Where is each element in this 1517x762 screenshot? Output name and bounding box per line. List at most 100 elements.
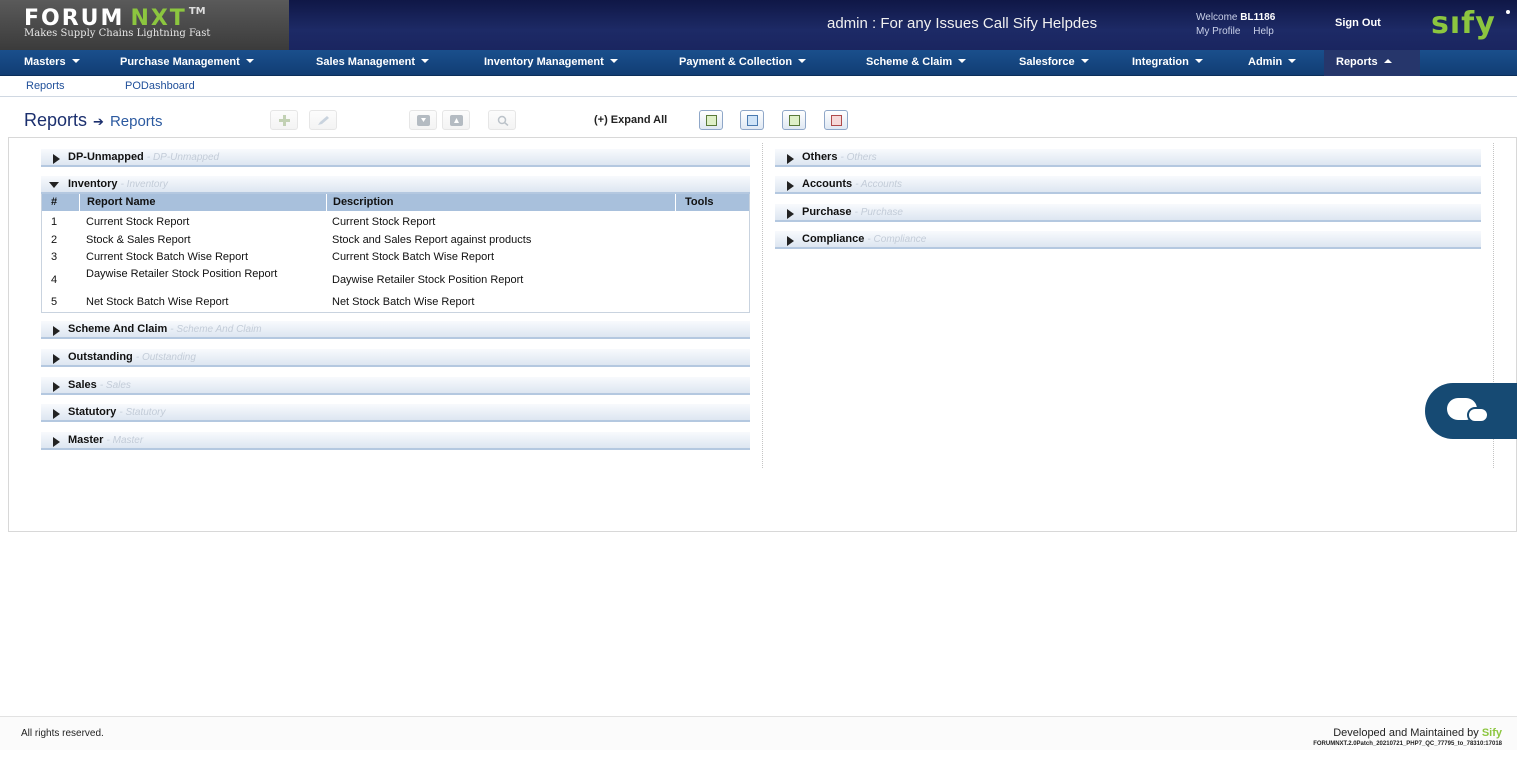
- helpdesk-text: admin : For any Issues Call Sify Helpdes: [827, 15, 1098, 32]
- sheet-icon: [789, 115, 800, 126]
- welcome-user: BL1186: [1240, 12, 1276, 23]
- header-report-name: Report Name: [80, 194, 326, 211]
- subnav-reports[interactable]: Reports: [26, 80, 65, 92]
- export-image-button[interactable]: [740, 110, 764, 130]
- section-statutory[interactable]: Statutory - Statutory: [41, 404, 750, 422]
- section-master[interactable]: Master - Master: [41, 432, 750, 450]
- edit-button[interactable]: [309, 110, 337, 130]
- top-header: FORUM NXT TM Makes Supply Chains Lightning…: [0, 0, 1517, 50]
- section-subtitle: - Others: [840, 152, 877, 163]
- section-purchase[interactable]: Purchase - Purchase: [775, 204, 1481, 222]
- section-inventory[interactable]: Inventory - Inventory: [41, 176, 750, 194]
- subnav-podashboard[interactable]: PODashboard: [125, 80, 195, 92]
- section-scheme-and-claim[interactable]: Scheme And Claim - Scheme And Claim: [41, 321, 750, 339]
- section-label: Statutory - Statutory: [68, 406, 165, 418]
- nav-admin[interactable]: Admin: [1248, 50, 1297, 76]
- section-label: Inventory - Inventory: [68, 178, 168, 190]
- section-subtitle: - Inventory: [120, 179, 168, 190]
- report-link[interactable]: Current Stock Report: [86, 217, 189, 228]
- header-tools: Tools: [676, 194, 749, 211]
- welcome-prefix: Welcome: [1196, 12, 1238, 23]
- footer-version: FORUMNXT.2.0Patch_20210721_PHP7_QC_77795…: [1313, 741, 1502, 747]
- nav-inventory-management[interactable]: Inventory Management: [484, 50, 618, 76]
- section-subtitle: - Purchase: [854, 207, 903, 218]
- section-title: Scheme And Claim: [68, 323, 168, 335]
- image-icon: [747, 115, 758, 126]
- section-accounts[interactable]: Accounts - Accounts: [775, 176, 1481, 194]
- section-subtitle: - DP-Unmapped: [146, 152, 220, 163]
- nav-salesforce[interactable]: Salesforce: [1019, 50, 1089, 76]
- section-compliance[interactable]: Compliance - Compliance: [775, 231, 1481, 249]
- magnifier-icon: [497, 115, 509, 126]
- nav-purchase-management[interactable]: Purchase Management: [120, 50, 254, 76]
- section-title: Statutory: [68, 406, 117, 418]
- report-description: Daywise Retailer Stock Position Report: [332, 274, 524, 286]
- expand-arrow-icon: [53, 382, 60, 392]
- chevron-down-icon: [609, 59, 618, 63]
- nav-label: Purchase Management: [120, 56, 240, 68]
- report-link[interactable]: Stock & Sales Report: [86, 235, 191, 246]
- export-sheet-button[interactable]: [782, 110, 806, 130]
- section-sales[interactable]: Sales - Sales: [41, 377, 750, 395]
- my-profile-link[interactable]: My Profile: [1196, 26, 1240, 37]
- section-subtitle: - Master: [106, 435, 144, 446]
- expand-arrow-icon: [787, 154, 794, 164]
- report-link[interactable]: Daywise Retailer Stock Position Report: [86, 269, 301, 280]
- export-excel-button[interactable]: [699, 110, 723, 130]
- nav-label: Inventory Management: [484, 56, 604, 68]
- search-button[interactable]: [488, 110, 516, 130]
- section-outstanding[interactable]: Outstanding - Outstanding: [41, 349, 750, 367]
- nav-sales-management[interactable]: Sales Management: [316, 50, 430, 76]
- nav-reports[interactable]: Reports: [1324, 50, 1420, 76]
- user-links: My Profile Help: [1196, 26, 1284, 37]
- nav-label: Payment & Collection: [679, 56, 793, 68]
- section-subtitle: - Scheme And Claim: [170, 324, 262, 335]
- footer-developer: Sify: [1481, 727, 1502, 739]
- chevron-down-icon: [71, 59, 80, 63]
- report-link[interactable]: Net Stock Batch Wise Report: [86, 297, 228, 308]
- section-title: Others: [802, 151, 838, 163]
- section-label: Purchase - Purchase: [802, 206, 903, 218]
- upload-button[interactable]: [442, 110, 470, 130]
- nav-payment-collection[interactable]: Payment & Collection: [679, 50, 807, 76]
- excel-icon: [706, 115, 717, 126]
- nav-label: Integration: [1132, 56, 1189, 68]
- report-description: Stock and Sales Report against products: [332, 234, 532, 246]
- chat-widget-button[interactable]: [1425, 383, 1517, 439]
- chevron-down-icon: [245, 59, 254, 63]
- chevron-up-icon: [1383, 59, 1392, 63]
- expand-arrow-icon: [53, 154, 60, 164]
- download-button[interactable]: [409, 110, 437, 130]
- forum-nxt-logo[interactable]: FORUM NXT TM Makes Supply Chains Lightning…: [0, 0, 289, 50]
- chevron-down-icon: [1080, 59, 1089, 63]
- section-others[interactable]: Others - Others: [775, 149, 1481, 167]
- report-description: Current Stock Report: [332, 216, 436, 228]
- add-button[interactable]: [270, 110, 298, 130]
- collapse-arrow-icon: [49, 182, 59, 188]
- nav-scheme-claim[interactable]: Scheme & Claim: [866, 50, 967, 76]
- delete-export-button[interactable]: [824, 110, 848, 130]
- section-label: DP-Unmapped - DP-Unmapped: [68, 151, 219, 163]
- delete-icon: [831, 115, 842, 126]
- section-label: Others - Others: [802, 151, 877, 163]
- section-title: Inventory: [68, 178, 118, 190]
- report-link[interactable]: Current Stock Batch Wise Report: [86, 252, 248, 263]
- breadcrumb-leaf[interactable]: Reports: [110, 113, 163, 130]
- footer-developed: Developed and Maintained by Sify: [1333, 727, 1502, 739]
- help-link[interactable]: Help: [1253, 26, 1274, 37]
- row-num: 5: [51, 296, 58, 308]
- section-label: Compliance - Compliance: [802, 233, 926, 245]
- sign-out-link[interactable]: Sign Out: [1335, 17, 1381, 29]
- breadcrumb-root[interactable]: Reports: [24, 110, 87, 130]
- expand-arrow-icon: [53, 437, 60, 447]
- nav-masters[interactable]: Masters: [24, 50, 80, 76]
- logo-tm: TM: [188, 6, 206, 17]
- welcome-text: Welcome BL1186: [1196, 12, 1275, 23]
- section-subtitle: - Compliance: [867, 234, 927, 245]
- section-dp-unmapped[interactable]: DP-Unmapped - DP-Unmapped: [41, 149, 750, 167]
- nav-label: Sales Management: [316, 56, 416, 68]
- section-subtitle: - Accounts: [855, 179, 903, 190]
- nav-integration[interactable]: Integration: [1132, 50, 1203, 76]
- pencil-icon: [318, 116, 329, 125]
- expand-all-link[interactable]: (+) Expand All: [594, 114, 667, 126]
